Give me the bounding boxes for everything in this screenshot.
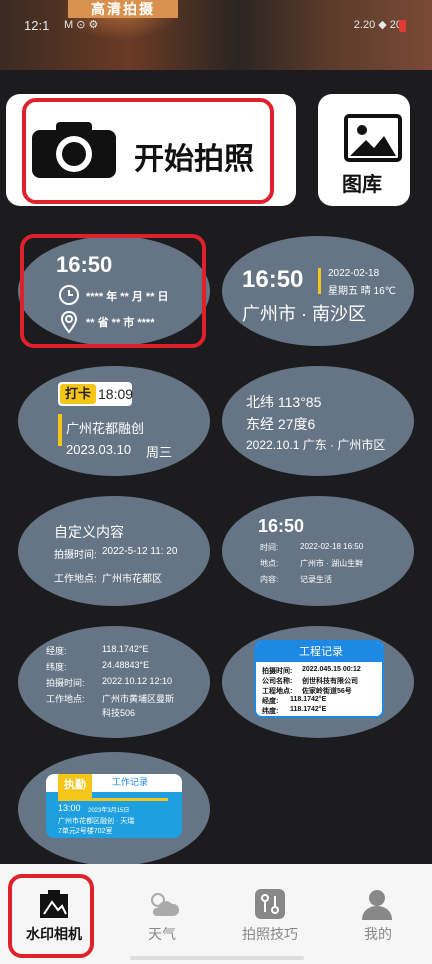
- t8-row4-value: 118.1742°E: [290, 696, 327, 703]
- t9-line2: 7单元2号楼702室: [58, 828, 113, 835]
- template-card-5[interactable]: 自定义内容 拍摄时间: 2022-5-12 11: 20 工作地点: 广州市花都…: [18, 496, 210, 606]
- t3-accent-bar: [58, 414, 62, 446]
- t5-shot-label: 拍摄时间:: [54, 550, 97, 561]
- t5-title: 自定义内容: [54, 524, 124, 540]
- t6-row2-value: 广州市 · 湖山生鲜: [300, 559, 364, 568]
- t8-row2-value: 创世科技有限公司: [302, 678, 358, 685]
- t4-line3: 2022.10.1 广东 · 广州市区: [246, 438, 386, 452]
- tips-icon: [255, 889, 285, 919]
- nav-label-profile: 我的: [364, 926, 392, 942]
- highlight-box-nav-camera: [8, 874, 94, 958]
- status-right: 2.20 ◆ 20: [353, 19, 402, 31]
- t8-row5-label: 纬度:: [262, 708, 279, 715]
- t7-row4-value: 广州市黄埔区曼斯: [102, 694, 175, 704]
- t7-row1-value: 118.1742°E: [102, 644, 149, 654]
- t8-row1-label: 拍摄时间:: [262, 668, 293, 675]
- t9-accent-bar: [58, 798, 168, 801]
- t9-line1: 广州市花都区融创 · 天瑞: [58, 818, 135, 825]
- nav-label-tips: 拍照技巧: [242, 926, 298, 942]
- template-card-2[interactable]: 16:50 2022-02-18 星期五 晴 16℃ 广州市 · 南沙区: [222, 236, 414, 346]
- t7-row5-value: 科技506: [102, 708, 136, 718]
- status-bar: 12:1 M ⊙ ⚙ 2.20 ◆ 20: [0, 16, 432, 36]
- nav-item-tips[interactable]: 拍照技巧: [216, 864, 324, 964]
- nav-item-profile[interactable]: 我的: [324, 864, 432, 964]
- t3-date: 2023.03.10: [66, 442, 132, 457]
- t9-date: 2023年3月15日: [88, 808, 130, 814]
- t7-row1-label: 经度:: [46, 646, 67, 656]
- template-card-3[interactable]: 打卡 18:09 广州花都融创 2023.03.10 周三: [18, 366, 210, 476]
- template-card-8[interactable]: 工程记录 拍摄时间: 2022.045.15 00:12 公司名称: 创世科技有…: [222, 626, 414, 738]
- highlight-box-template-1: [20, 234, 206, 348]
- t6-time: 16:50: [258, 516, 305, 536]
- template-card-4[interactable]: 北纬 113°85 东经 27度6 2022.10.1 广东 · 广州市区: [222, 366, 414, 476]
- template-card-7[interactable]: 经度: 118.1742°E 纬度: 24.48843°E 拍摄时间: 2022…: [18, 626, 210, 738]
- t6-row2-label: 地点:: [260, 559, 279, 568]
- t8-row3-label: 工程地点:: [262, 688, 293, 695]
- t3-time: 18:09: [98, 386, 134, 402]
- weather-icon: [151, 893, 180, 916]
- battery-icon: [399, 20, 406, 32]
- nav-item-weather[interactable]: 天气: [108, 864, 216, 964]
- t8-title: 工程记录: [256, 642, 382, 662]
- t7-row2-value: 24.48843°E: [102, 660, 150, 670]
- t8-row2-label: 公司名称:: [262, 678, 293, 685]
- t9-panel: 执勤 工作记录 13:00 2023年3月15日 广州市花都区融创 · 天瑞 7…: [46, 774, 182, 838]
- t6-row3-label: 内容:: [260, 575, 279, 584]
- t2-accent-bar: [318, 268, 321, 294]
- t7-row3-label: 拍摄时间:: [46, 678, 85, 688]
- t9-badge: 执勤: [58, 774, 92, 798]
- gallery-icon: [344, 114, 402, 162]
- t8-row3-value: 佐家岭街道56号: [302, 688, 352, 695]
- t7-row2-label: 纬度:: [46, 662, 67, 672]
- t6-row1-value: 2022-02-18 16:50: [300, 542, 364, 551]
- gallery-label: 图库: [342, 174, 382, 196]
- t8-panel: 工程记录 拍摄时间: 2022.045.15 00:12 公司名称: 创世科技有…: [254, 640, 384, 718]
- start-photo-label: 开始拍照: [134, 143, 254, 176]
- t6-row1-label: 时间:: [260, 543, 279, 552]
- nav-label-weather: 天气: [148, 926, 176, 942]
- t3-place: 广州花都融创: [66, 421, 145, 436]
- t8-row4-label: 经度:: [262, 698, 279, 705]
- t4-lon: 东经 27度6: [246, 416, 316, 432]
- t8-row1-value: 2022.045.15 00:12: [302, 666, 361, 673]
- home-indicator: [130, 956, 304, 960]
- header-banner: 高清拍摄 12:1 M ⊙ ⚙ 2.20 ◆ 20: [0, 0, 432, 70]
- t2-place: 广州市 · 南沙区: [242, 304, 366, 324]
- t2-time: 16:50: [242, 266, 304, 293]
- camera-icon: [32, 122, 116, 178]
- t6-row3-value: 记录生活: [300, 575, 332, 584]
- template-card-6[interactable]: 16:50 时间: 2022-02-18 16:50 地点: 广州市 · 湖山生…: [222, 496, 414, 606]
- status-icons: M ⊙ ⚙: [64, 19, 99, 31]
- t2-weather: 星期五 晴 16℃: [328, 286, 396, 297]
- t5-shot-value: 2022-5-12 11: 20: [102, 546, 178, 557]
- t5-work-value: 广州市花都区: [102, 574, 162, 585]
- t2-date: 2022-02-18: [328, 268, 380, 279]
- t8-row5-value: 118.1742°E: [290, 706, 327, 713]
- t7-row4-label: 工作地点:: [46, 694, 85, 704]
- profile-icon: [362, 890, 392, 920]
- t7-row3-value: 2022.10.12 12:10: [102, 676, 173, 686]
- t4-lat: 北纬 113°85: [246, 394, 322, 410]
- t9-title: 工作记录: [112, 777, 149, 787]
- t5-work-label: 工作地点:: [54, 574, 97, 585]
- t9-time: 13:00: [58, 803, 81, 813]
- t3-badge: 打卡: [60, 384, 96, 404]
- t3-weekday: 周三: [146, 445, 173, 460]
- template-card-9[interactable]: 执勤 工作记录 13:00 2023年3月15日 广州市花都区融创 · 天瑞 7…: [18, 752, 210, 866]
- status-time: 12:1: [24, 18, 50, 33]
